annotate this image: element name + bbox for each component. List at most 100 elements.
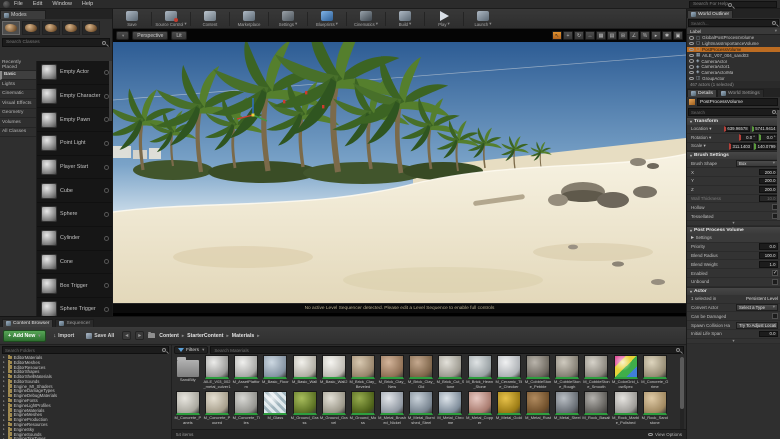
content-browser-tab[interactable]: Content Browser (2, 319, 53, 327)
geometry-mode-tab[interactable] (82, 21, 100, 35)
visibility-eye-icon[interactable] (689, 65, 694, 68)
world-outliner-tab[interactable]: World Outliner (687, 10, 733, 18)
section-header-actor[interactable]: ▾Actor (687, 287, 780, 295)
back-button[interactable]: ◂ (122, 331, 131, 340)
add-new-button[interactable]: + Add New ▾ (3, 330, 46, 342)
placeable-item-cube[interactable]: Cube (37, 179, 112, 203)
asset-m-basic-wall[interactable]: M_Basic_Wall (291, 355, 319, 390)
filters-button[interactable]: Filters ▾ (174, 346, 208, 354)
asset-m-brick-clay-beveled[interactable]: M_Brick_Clay_Beveled (349, 355, 377, 390)
asset-m-rock-sandstone[interactable]: M_Rock_Sandstone (641, 391, 669, 426)
value-field[interactable]: 200.0 (759, 169, 778, 176)
asset-m-colorgrid-lowspec[interactable]: M_ColorGrid_LowSpec (612, 355, 640, 390)
placeable-item-sphere-trigger[interactable]: Sphere Trigger (37, 298, 112, 316)
asset-m-brick-clay-old[interactable]: M_Brick_Clay_Old (408, 355, 436, 390)
value-field[interactable]: 10.0 (759, 195, 778, 202)
details-tab[interactable]: Details (687, 89, 717, 97)
value-field[interactable]: 100.0 (759, 252, 778, 259)
import-button[interactable]: ↓ Import (50, 330, 79, 342)
modes-tab[interactable]: Modes (0, 10, 46, 19)
asset-m-concrete-tiles[interactable]: M_Concrete_Tiles (232, 391, 260, 426)
asset-m-concrete-grime[interactable]: M_Concrete_Grime (641, 355, 669, 390)
placeable-item-cone[interactable]: Cone (37, 251, 112, 275)
sequencer-tab[interactable]: Sequencer (55, 319, 94, 327)
visibility-eye-icon[interactable] (689, 36, 694, 39)
forward-button[interactable]: ▸ (135, 331, 144, 340)
asset-m-ceramic-tile-checker[interactable]: M_Ceramic_Tile_Checker (495, 355, 523, 390)
asset-m-cobblestone-rough[interactable]: M_CobbleStone_Rough (553, 355, 581, 390)
breadcrumb-content[interactable]: Content (159, 333, 179, 339)
category-basic[interactable]: Basic (0, 71, 36, 81)
value-field[interactable]: 5741.9414 (752, 126, 778, 133)
build-button[interactable]: Build▾ (390, 11, 420, 27)
source-control-button[interactable]: Source Control▾ (156, 11, 186, 27)
placeable-item-empty-character[interactable]: Empty Character (37, 85, 112, 109)
visibility-eye-icon[interactable] (689, 77, 694, 80)
select-tool-icon[interactable]: ↖ (552, 31, 562, 40)
asset-m-rock-basalt[interactable]: M_Rock_Basalt (583, 391, 611, 426)
asset-m-metal-steel[interactable]: M_Metal_Steel (553, 391, 581, 426)
placeable-item-box-trigger[interactable]: Box Trigger (37, 274, 112, 298)
move-tool-icon[interactable]: + (563, 31, 573, 40)
landscape-mode-tab[interactable] (42, 21, 60, 35)
asset-m-basic-wall2[interactable]: M_Basic_Wall2 (320, 355, 348, 390)
section-header-post-process-volume[interactable]: ▾Post Process Volume (687, 226, 780, 234)
brush-shape-dropdown[interactable]: Box▾ (736, 160, 778, 167)
expand-section-button[interactable]: ▼ (687, 339, 780, 344)
view-options-button[interactable]: View Options (648, 432, 682, 437)
value-field[interactable]: 1.0 (759, 261, 778, 268)
launch-button[interactable]: Launch▾ (468, 11, 498, 27)
placeable-item-empty-actor[interactable]: Empty Actor (37, 61, 112, 85)
value-field[interactable]: 200.0 (759, 186, 778, 193)
place-mode-tab[interactable] (2, 21, 20, 35)
category-geometry[interactable]: Geometry (0, 109, 36, 119)
enabled-checkbox[interactable]: ✓ (772, 270, 778, 276)
asset-m-concrete-panels[interactable]: M_Concrete_Panels (174, 391, 202, 426)
settings-button[interactable]: Settings▾ (273, 11, 303, 27)
play-button[interactable]: Play▾ (429, 11, 459, 27)
foliage-mode-tab[interactable] (62, 21, 80, 35)
value-field[interactable]: 0.0 (759, 243, 778, 250)
unbound-checkbox[interactable] (772, 279, 778, 285)
asset-grid-scrollbar[interactable] (680, 357, 684, 439)
grid-snap-icon[interactable]: ⊞ (618, 31, 628, 40)
level-viewport[interactable]: ▾ Perspective Lit ↖+↻↔▦▤⊞∠%▸✱▣ (113, 29, 686, 316)
search-classes-input[interactable]: Search Classes (2, 38, 110, 47)
placeable-item-cylinder[interactable]: Cylinder (37, 227, 112, 251)
asset-m-brick-clay-new[interactable]: M_Brick_Clay_New (378, 355, 406, 390)
actor-name-field[interactable]: PostProcessVolume (697, 98, 778, 106)
viewport-scene[interactable] (113, 42, 686, 303)
paint-mode-tab[interactable] (22, 21, 40, 35)
asset-m-cobblestone-smooth[interactable]: M_CobbleStone_Smooth (583, 355, 611, 390)
asset-m-concrete-poured[interactable]: M_Concrete_Poured (203, 391, 231, 426)
asset-m-brick-hewn-stone[interactable]: M_Brick_Hewn_Stone (466, 355, 494, 390)
placeable-item-player-start[interactable]: Player Start (37, 156, 112, 180)
help-search-input[interactable]: Search For Help (689, 1, 777, 8)
value-field[interactable]: 311.1403 (729, 143, 753, 150)
outliner-search-input[interactable]: Search... (688, 19, 779, 27)
spawn-collision-ha-dropdown[interactable]: Try To Adjust Locati▾ (736, 322, 778, 329)
visibility-eye-icon[interactable] (689, 54, 694, 57)
asset-m-glass[interactable]: M_Glass (262, 391, 290, 426)
placeable-item-empty-pawn[interactable]: Empty Pawn (37, 108, 112, 132)
lit-button[interactable]: Lit (171, 31, 186, 40)
placeable-item-point-light[interactable]: Point Light (37, 132, 112, 156)
asset-m-metal-brushed-nickel[interactable]: M_Metal_Brushed_Nickel (378, 391, 406, 426)
maximize-viewport-icon[interactable]: ▣ (673, 31, 683, 40)
asset-m-ground-gravel[interactable]: M_Ground_Gravel (320, 391, 348, 426)
asset-m-ground-moss[interactable]: M_Ground_Moss (349, 391, 377, 426)
asset-sandbily[interactable]: SandBily (174, 355, 202, 390)
category-recently-placed[interactable]: Recently Placed (0, 61, 36, 71)
asset-m-brick-cut-stone[interactable]: M_Brick_Cut_Stone (437, 355, 465, 390)
asset-m-assetplatform[interactable]: M_AssetPlatform (232, 355, 260, 390)
value-field[interactable]: 0.0 ° (739, 134, 758, 141)
search-materials-input[interactable]: Search Materials (210, 346, 684, 354)
asset-m-cobblestone-pebble[interactable]: M_CobbleStone_Pebble (524, 355, 552, 390)
perspective-button[interactable]: Perspective (132, 31, 168, 40)
content-button[interactable]: Content (195, 11, 225, 27)
details-search-input[interactable]: Search (688, 108, 779, 116)
visibility-eye-icon[interactable] (689, 42, 694, 45)
menu-help[interactable]: Help (82, 1, 93, 7)
menu-file[interactable]: File (14, 1, 23, 7)
menu-edit[interactable]: Edit (33, 1, 42, 7)
